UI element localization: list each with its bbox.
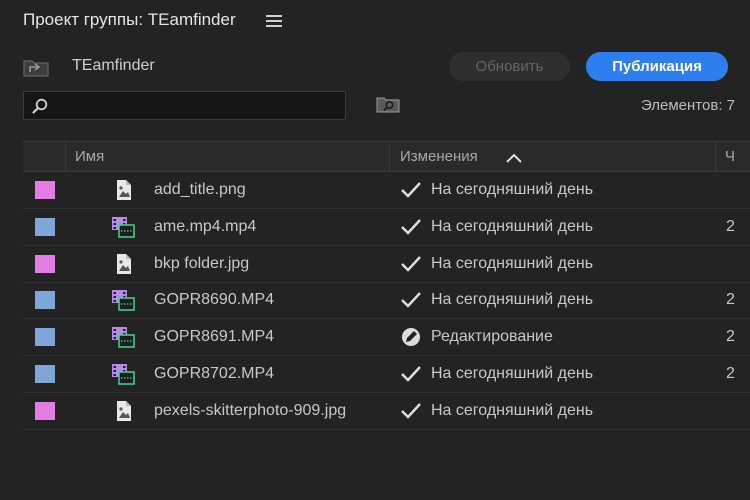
file-name[interactable]: add_title.png (154, 181, 246, 199)
video-file-icon (111, 289, 135, 312)
hamburger-menu-icon[interactable] (266, 12, 282, 28)
label-color-swatch[interactable] (35, 181, 55, 199)
change-status: На сегодняшний день (431, 291, 594, 309)
table-row[interactable]: ame.mp4.mp4 На сегодняшний день 2 (23, 209, 750, 246)
search-field[interactable] (23, 91, 346, 121)
file-name[interactable]: bkp folder.jpg (154, 255, 249, 273)
change-status: Редактирование (431, 328, 553, 346)
column-separator[interactable] (715, 142, 716, 171)
column-header-name[interactable]: Имя (75, 142, 104, 171)
change-status: На сегодняшний день (431, 254, 594, 272)
panel-title: Проект группы: TEamfinder (23, 10, 236, 29)
checkmark-icon (400, 290, 422, 310)
extra-column-value: 2 (726, 291, 735, 309)
project-items-table: Имя Изменения Ч add_title.png На сегодняш… (23, 141, 750, 500)
refresh-button[interactable]: Обновить (449, 52, 570, 81)
checkmark-icon (400, 401, 422, 421)
label-color-swatch[interactable] (35, 291, 55, 310)
item-count: Элементов: 7 (640, 97, 735, 114)
checkmark-icon (400, 364, 422, 384)
folder-up-icon[interactable] (23, 58, 49, 77)
checkmark-icon (400, 217, 422, 237)
table-row[interactable]: GOPR8690.MP4 На сегодняшний день 2 (23, 282, 750, 320)
extra-column-value: 2 (726, 217, 735, 235)
image-file-icon (111, 253, 135, 275)
file-name[interactable]: GOPR8691.MP4 (154, 328, 274, 346)
column-header-extra[interactable]: Ч (725, 142, 735, 171)
sort-ascending-icon[interactable] (505, 152, 523, 164)
checkmark-icon (400, 180, 422, 200)
change-status: На сегодняшний день (431, 217, 594, 235)
checkmark-icon (400, 254, 422, 274)
table-row[interactable]: GOPR8702.MP4 На сегодняшний день 2 (23, 356, 750, 393)
panel-header: Проект группы: TEamfinder (0, 0, 750, 42)
column-header-changes[interactable]: Изменения (400, 142, 478, 171)
file-name[interactable]: GOPR8702.MP4 (154, 365, 274, 383)
label-color-swatch[interactable] (35, 217, 55, 236)
search-icon (32, 98, 48, 114)
change-status: На сегодняшний день (431, 401, 594, 419)
column-separator[interactable] (389, 142, 390, 171)
change-status: На сегодняшний день (431, 181, 594, 198)
extra-column-value: 2 (726, 328, 735, 346)
image-file-icon (111, 179, 135, 201)
video-file-icon (111, 326, 135, 348)
video-file-icon (111, 363, 135, 385)
table-row[interactable]: GOPR8691.MP4 Редактирование 2 (23, 319, 750, 357)
image-file-icon (111, 400, 135, 422)
file-name[interactable]: ame.mp4.mp4 (154, 218, 256, 236)
label-color-swatch[interactable] (35, 401, 55, 420)
change-status: На сегодняшний день (431, 365, 594, 382)
table-row[interactable]: pexels-skitterphoto-909.jpg На сегодняшни… (23, 393, 750, 430)
label-color-swatch[interactable] (35, 365, 55, 383)
video-file-icon (111, 216, 135, 238)
file-name[interactable]: pexels-skitterphoto-909.jpg (154, 402, 346, 420)
publish-button[interactable]: Публикация (586, 52, 728, 81)
file-name[interactable]: GOPR8690.MP4 (154, 291, 274, 309)
pencil-edit-icon (400, 327, 422, 347)
extra-column-value: 2 (726, 365, 735, 382)
table-row[interactable]: bkp folder.jpg На сегодняшний день (23, 246, 750, 283)
search-input[interactable] (56, 92, 340, 121)
label-color-swatch[interactable] (35, 328, 55, 347)
label-color-swatch[interactable] (35, 254, 55, 273)
column-separator[interactable] (65, 142, 66, 171)
project-name[interactable]: TEamfinder (72, 57, 155, 75)
table-header: Имя Изменения Ч (23, 142, 750, 172)
folder-search-icon[interactable] (376, 96, 400, 113)
table-row[interactable]: add_title.png На сегодняшний день (23, 172, 750, 209)
